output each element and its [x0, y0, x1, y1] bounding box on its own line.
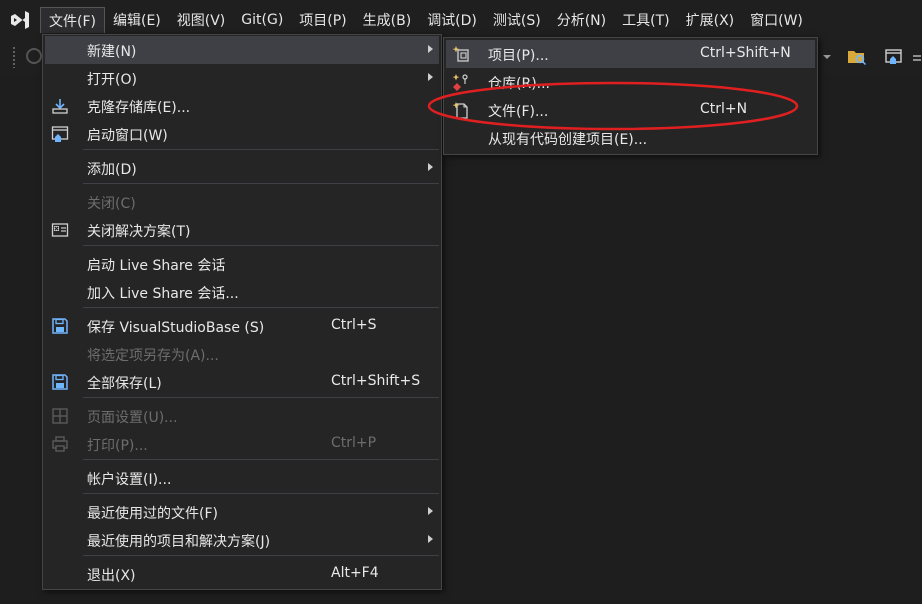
menu-separator	[83, 493, 439, 494]
page-setup-icon	[51, 407, 69, 425]
window-layout-icon[interactable]	[884, 46, 904, 68]
menu-file[interactable]: 文件(F)	[40, 7, 105, 33]
menu-item-open[interactable]: 打开(O)	[45, 64, 439, 92]
menu-item-exit[interactable]: 退出(X) Alt+F4	[45, 560, 439, 588]
menu-item-label: 新建(N)	[87, 44, 137, 60]
menu-item-label: 全部保存(L)	[87, 376, 162, 392]
start-window-icon	[51, 125, 69, 143]
save-icon	[51, 317, 69, 335]
file-menu-dropdown: 新建(N) 打开(O) 克隆存储库(E)... 启动窗口(W) 添加(D) 关闭…	[42, 34, 442, 590]
menu-item-label: 将选定项另存为(A)...	[87, 348, 219, 364]
menu-item-shortcut: Alt+F4	[331, 565, 379, 581]
submenu-item-label: 项目(P)...	[488, 48, 549, 64]
menu-window[interactable]: 窗口(W)	[742, 7, 811, 33]
menu-item-label: 关闭解决方案(T)	[87, 224, 191, 240]
new-file-icon	[452, 101, 470, 119]
submenu-item-file[interactable]: 文件(F)... Ctrl+N	[446, 96, 815, 124]
submenu-item-shortcut: Ctrl+N	[700, 101, 748, 117]
submenu-arrow-icon	[428, 535, 433, 543]
menu-separator	[83, 555, 439, 556]
submenu-item-from-existing-code[interactable]: 从现有代码创建项目(E)...	[446, 124, 815, 152]
submenu-arrow-icon	[428, 45, 433, 53]
menu-item-close[interactable]: 关闭(C)	[45, 188, 439, 216]
clone-download-icon	[51, 97, 69, 115]
submenu-item-project[interactable]: 项目(P)... Ctrl+Shift+N	[446, 40, 815, 68]
menu-item-label: 帐户设置(I)...	[87, 472, 172, 488]
new-submenu: 项目(P)... Ctrl+Shift+N 仓库(R)... 文件(F)... …	[443, 37, 818, 155]
visual-studio-logo-icon[interactable]	[0, 0, 40, 40]
menu-item-save-all[interactable]: 全部保存(L) Ctrl+Shift+S	[45, 368, 439, 396]
submenu-arrow-icon	[428, 507, 433, 515]
menu-item-save-as[interactable]: 将选定项另存为(A)...	[45, 340, 439, 368]
menu-item-label: 克隆存储库(E)...	[87, 100, 191, 116]
menu-project[interactable]: 项目(P)	[291, 7, 354, 33]
menu-item-recent-files[interactable]: 最近使用过的文件(F)	[45, 498, 439, 526]
menu-item-start-window[interactable]: 启动窗口(W)	[45, 120, 439, 148]
menu-analyze[interactable]: 分析(N)	[549, 7, 614, 33]
submenu-item-label: 文件(F)...	[488, 104, 549, 120]
menu-separator	[83, 183, 439, 184]
menu-item-account-settings[interactable]: 帐户设置(I)...	[45, 464, 439, 492]
menu-item-page-setup[interactable]: 页面设置(U)...	[45, 402, 439, 430]
menu-test[interactable]: 测试(S)	[485, 7, 549, 33]
menu-item-label: 保存 VisualStudioBase (S)	[87, 320, 265, 336]
menu-item-clone-repository[interactable]: 克隆存储库(E)...	[45, 92, 439, 120]
menu-item-save[interactable]: 保存 VisualStudioBase (S) Ctrl+S	[45, 312, 439, 340]
menu-git[interactable]: Git(G)	[233, 7, 291, 33]
menu-item-new[interactable]: 新建(N)	[45, 36, 439, 64]
toolbar-grip[interactable]	[12, 46, 16, 68]
menu-item-label: 最近使用的项目和解决方案(J)	[87, 534, 271, 550]
menu-item-label: 页面设置(U)...	[87, 410, 178, 426]
toolbar-dropdown-arrow-icon[interactable]	[822, 46, 832, 68]
menu-separator	[83, 149, 439, 150]
menu-item-label: 启动 Live Share 会话	[87, 258, 226, 274]
new-project-icon	[452, 45, 470, 63]
save-all-icon	[51, 373, 69, 391]
new-repository-icon	[452, 73, 470, 91]
menu-edit[interactable]: 编辑(E)	[105, 7, 169, 33]
menu-item-label: 关闭(C)	[87, 196, 136, 212]
menu-separator	[83, 397, 439, 398]
menu-separator	[83, 459, 439, 460]
submenu-item-label: 从现有代码创建项目(E)...	[488, 132, 648, 148]
menu-separator	[83, 307, 439, 308]
menu-item-print[interactable]: 打印(P)... Ctrl+P	[45, 430, 439, 458]
submenu-arrow-icon	[428, 73, 433, 81]
submenu-item-label: 仓库(R)...	[488, 76, 551, 92]
menu-item-recent-projects[interactable]: 最近使用的项目和解决方案(J)	[45, 526, 439, 554]
menu-item-close-solution[interactable]: 关闭解决方案(T)	[45, 216, 439, 244]
menu-item-label: 加入 Live Share 会话...	[87, 286, 239, 302]
submenu-item-repository[interactable]: 仓库(R)...	[446, 68, 815, 96]
menu-item-shortcut: Ctrl+Shift+S	[331, 373, 421, 389]
back-icon[interactable]	[26, 48, 42, 64]
close-solution-icon	[51, 221, 69, 239]
menu-item-start-live-share[interactable]: 启动 Live Share 会话	[45, 250, 439, 278]
menu-item-add[interactable]: 添加(D)	[45, 154, 439, 182]
menu-item-label: 添加(D)	[87, 162, 137, 178]
solution-explorer-icon[interactable]	[846, 46, 868, 68]
menu-item-label: 打印(P)...	[87, 438, 148, 454]
menu-item-label: 启动窗口(W)	[87, 128, 168, 144]
submenu-arrow-icon	[428, 163, 433, 171]
menu-item-label: 最近使用过的文件(F)	[87, 506, 218, 522]
menu-item-shortcut: Ctrl+S	[331, 317, 377, 333]
menu-item-label: 打开(O)	[87, 72, 137, 88]
menu-tools[interactable]: 工具(T)	[614, 7, 677, 33]
menu-item-label: 退出(X)	[87, 568, 136, 584]
printer-icon	[51, 435, 69, 453]
menu-extensions[interactable]: 扩展(X)	[678, 7, 743, 33]
menu-build[interactable]: 生成(B)	[355, 7, 420, 33]
menu-view[interactable]: 视图(V)	[169, 7, 234, 33]
submenu-item-shortcut: Ctrl+Shift+N	[700, 45, 791, 61]
toolbar-overflow-icon[interactable]	[912, 46, 922, 68]
menu-item-join-live-share[interactable]: 加入 Live Share 会话...	[45, 278, 439, 306]
menu-debug[interactable]: 调试(D)	[419, 7, 485, 33]
menu-separator	[83, 245, 439, 246]
menu-item-shortcut: Ctrl+P	[331, 435, 377, 451]
